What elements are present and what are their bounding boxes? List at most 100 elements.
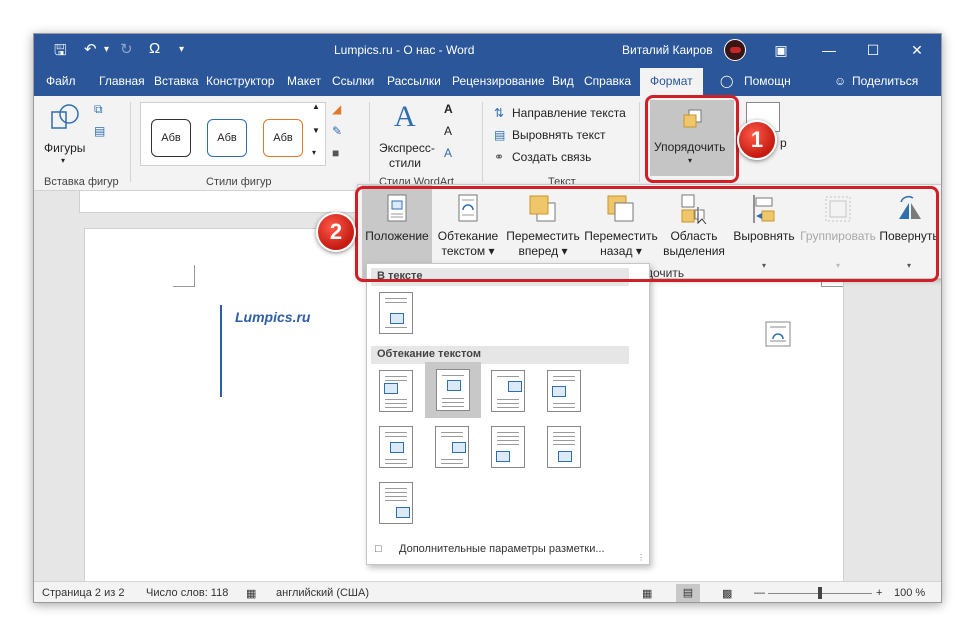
link-icon[interactable]: ⚭ (494, 150, 504, 164)
layout-options-icon[interactable] (765, 321, 791, 347)
position-inline-option[interactable] (379, 292, 413, 334)
express-styles-label-2[interactable]: стили (389, 156, 421, 170)
position-top-center-selected[interactable] (425, 362, 481, 418)
quote-bar (220, 305, 222, 397)
text-direction-button[interactable]: Направление текста (512, 106, 626, 120)
read-mode-icon[interactable]: ▦ (642, 587, 652, 600)
position-middle-center[interactable] (379, 426, 413, 468)
align-text-button[interactable]: Выровнять текст (512, 128, 605, 142)
gallery-down-icon[interactable]: ▼ (312, 126, 320, 135)
more-layout-options[interactable]: Дополнительные параметры разметки... (399, 543, 605, 555)
tab-view[interactable]: Вид (552, 74, 574, 88)
position-bottom-center[interactable] (547, 426, 581, 468)
express-styles-icon[interactable]: A (394, 100, 416, 134)
avatar[interactable] (724, 39, 746, 61)
customize-qa-icon[interactable]: ▾ (179, 44, 184, 55)
callout-panel-highlight (355, 186, 939, 282)
shapes-dropdown-icon[interactable]: ▾ (61, 156, 65, 165)
shape-styles-gallery: Абв Абв Абв (140, 102, 326, 166)
position-bottom-right[interactable] (379, 482, 413, 524)
textbox-icon[interactable]: ▤ (94, 124, 105, 138)
group-divider (482, 102, 483, 182)
size-group-partial: р (780, 136, 787, 150)
print-layout-icon[interactable]: ▤ (676, 584, 700, 602)
position-bottom-left[interactable] (491, 426, 525, 468)
edit-shape-icon[interactable]: ⧉ (94, 102, 103, 117)
text-fill-icon[interactable]: A (444, 102, 453, 116)
tab-home[interactable]: Главная (99, 74, 145, 88)
tab-format[interactable]: Формат (640, 68, 703, 96)
shape-effects-icon[interactable]: ■ (332, 146, 339, 160)
step-badge-1: 1 (737, 120, 777, 160)
ribbon: Фигуры ▾ ⧉ ▤ Вставка фигур Абв Абв Абв ▲… (34, 96, 941, 191)
zoom-level[interactable]: 100 % (894, 587, 925, 599)
undo-icon[interactable]: ↶ (84, 40, 97, 58)
zoom-in-icon[interactable]: + (876, 587, 882, 599)
position-top-center (436, 369, 470, 411)
text-effects-icon[interactable]: A (444, 146, 452, 160)
maximize-icon[interactable]: ☐ (862, 39, 884, 61)
insert-shapes-group-label: Вставка фигур (44, 176, 119, 188)
callout-arrange-highlight (645, 95, 739, 183)
document-heading[interactable]: Lumpics.ru (235, 309, 310, 325)
position-top-left[interactable] (379, 370, 413, 412)
status-bar: Страница 2 из 2 Число слов: 118 ▦ англий… (34, 581, 941, 602)
tab-design[interactable]: Конструктор (206, 74, 274, 88)
page-counter[interactable]: Страница 2 из 2 (42, 587, 124, 599)
lightbulb-icon[interactable]: ◯ (720, 74, 733, 88)
tab-help[interactable]: Справка (584, 74, 631, 88)
word-window: 🖫 ↶ ▾ ↻ Ω ▾ Lumpics.ru - О нас - Word Ви… (33, 33, 942, 603)
resize-grip-icon[interactable]: ⋮ (637, 553, 645, 562)
shape-styles-group-label: Стили фигур (206, 176, 272, 188)
shape-style-blue[interactable]: Абв (207, 119, 247, 157)
tab-review[interactable]: Рецензирование (452, 74, 545, 88)
user-name[interactable]: Виталий Каиров (622, 43, 713, 57)
tab-tell-me[interactable]: Помощн (744, 74, 791, 88)
zoom-slider-handle[interactable] (818, 587, 822, 599)
save-icon[interactable]: 🖫 (54, 40, 67, 65)
ribbon-display-icon[interactable]: ▣ (770, 39, 792, 61)
omega-icon[interactable]: Ω (149, 40, 160, 57)
minimize-icon[interactable]: — (818, 39, 840, 61)
close-icon[interactable]: ✕ (906, 39, 928, 61)
shape-outline-icon[interactable]: ✎ (332, 124, 342, 138)
undo-dropdown-icon[interactable]: ▾ (104, 44, 109, 55)
window-title: Lumpics.ru - О нас - Word (334, 43, 475, 57)
shapes-label[interactable]: Фигуры (44, 141, 85, 155)
tab-references[interactable]: Ссылки (332, 74, 374, 88)
share-button[interactable]: Поделиться (852, 74, 918, 88)
title-bar: 🖫 ↶ ▾ ↻ Ω ▾ Lumpics.ru - О нас - Word Ви… (34, 34, 941, 66)
more-layout-options-icon[interactable]: □ (375, 543, 382, 555)
shapes-icon[interactable] (48, 102, 82, 134)
group-divider (369, 102, 370, 182)
ribbon-tabs: Файл Главная Вставка Конструктор Макет С… (34, 66, 941, 96)
crop-mark (173, 265, 195, 287)
redo-icon[interactable]: ↻ (120, 40, 133, 58)
create-link-button[interactable]: Создать связь (512, 150, 591, 164)
tab-mailings[interactable]: Рассылки (387, 74, 441, 88)
section-header-wrap: Обтекание текстом (371, 346, 629, 364)
group-divider (639, 102, 640, 182)
proofing-icon[interactable]: ▦ (246, 587, 256, 600)
text-outline-icon[interactable]: A (444, 124, 452, 138)
group-divider (130, 102, 131, 182)
gallery-up-icon[interactable]: ▲ (312, 102, 320, 111)
shape-style-black[interactable]: Абв (151, 119, 191, 157)
text-direction-icon[interactable]: ⇅ (494, 106, 504, 120)
language-indicator[interactable]: английский (США) (276, 587, 369, 599)
position-middle-right[interactable] (435, 426, 469, 468)
shape-style-orange[interactable]: Абв (263, 119, 303, 157)
web-layout-icon[interactable]: ▩ (722, 587, 732, 600)
zoom-out-icon[interactable]: — (754, 587, 765, 599)
gallery-more-icon[interactable]: ▾ (312, 148, 316, 157)
share-icon[interactable]: ☺ (834, 74, 846, 88)
position-middle-left[interactable] (547, 370, 581, 412)
position-top-right[interactable] (491, 370, 525, 412)
shape-fill-icon[interactable]: ◢ (332, 102, 341, 116)
express-styles-label-1[interactable]: Экспресс- (379, 141, 435, 155)
word-count[interactable]: Число слов: 118 (146, 587, 228, 599)
align-text-icon[interactable]: ▤ (494, 128, 505, 142)
tab-layout[interactable]: Макет (287, 74, 321, 88)
tab-file[interactable]: Файл (46, 74, 76, 88)
tab-insert[interactable]: Вставка (154, 74, 199, 88)
